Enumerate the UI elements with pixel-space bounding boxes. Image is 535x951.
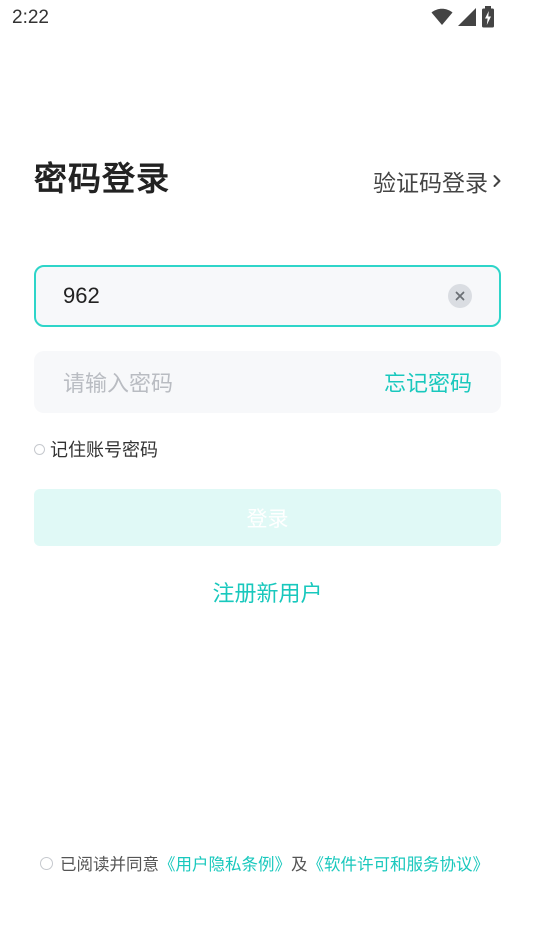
account-input-value[interactable]: 962 — [63, 283, 100, 309]
license-agreement-link[interactable]: 《软件许可和服务协议》 — [308, 851, 490, 875]
battery-charging-icon — [481, 6, 495, 28]
password-field[interactable]: 请输入密码 忘记密码 — [34, 351, 501, 413]
wifi-icon — [431, 8, 453, 26]
register-link[interactable]: 注册新用户 — [0, 576, 535, 608]
status-icons — [431, 6, 495, 28]
remember-radio[interactable] — [34, 443, 45, 455]
chevron-right-icon — [492, 173, 502, 189]
account-field[interactable]: 962 — [34, 265, 501, 327]
status-bar: 2:22 — [0, 0, 535, 36]
login-button[interactable]: 登录 — [34, 489, 501, 546]
agreement-prefix: 已阅读并同意 — [60, 855, 159, 874]
remember-password-checkbox[interactable]: 记住账号密码 — [34, 436, 158, 462]
agreement-connector: 及 — [291, 855, 308, 874]
privacy-policy-link[interactable]: 《用户隐私条例》 — [159, 851, 291, 875]
password-placeholder[interactable]: 请输入密码 — [63, 366, 173, 398]
page-title: 密码登录 — [34, 159, 170, 198]
login-screen: 2:22 密码登录 验证码登录 962 请输入密码 忘记密码 记住账号密码 登录… — [0, 0, 535, 951]
agreement-row: 已阅读并同意 《用户隐私条例》 及 《软件许可和服务协议》 — [40, 851, 489, 875]
sms-login-link[interactable]: 验证码登录 — [373, 164, 502, 198]
agreement-checkbox[interactable] — [40, 856, 53, 870]
status-time: 2:22 — [12, 7, 49, 28]
clear-icon[interactable] — [448, 284, 472, 308]
forgot-password-link[interactable]: 忘记密码 — [384, 366, 472, 398]
sms-login-label: 验证码登录 — [373, 171, 488, 197]
cellular-signal-icon — [457, 7, 477, 27]
remember-label: 记住账号密码 — [50, 440, 158, 461]
